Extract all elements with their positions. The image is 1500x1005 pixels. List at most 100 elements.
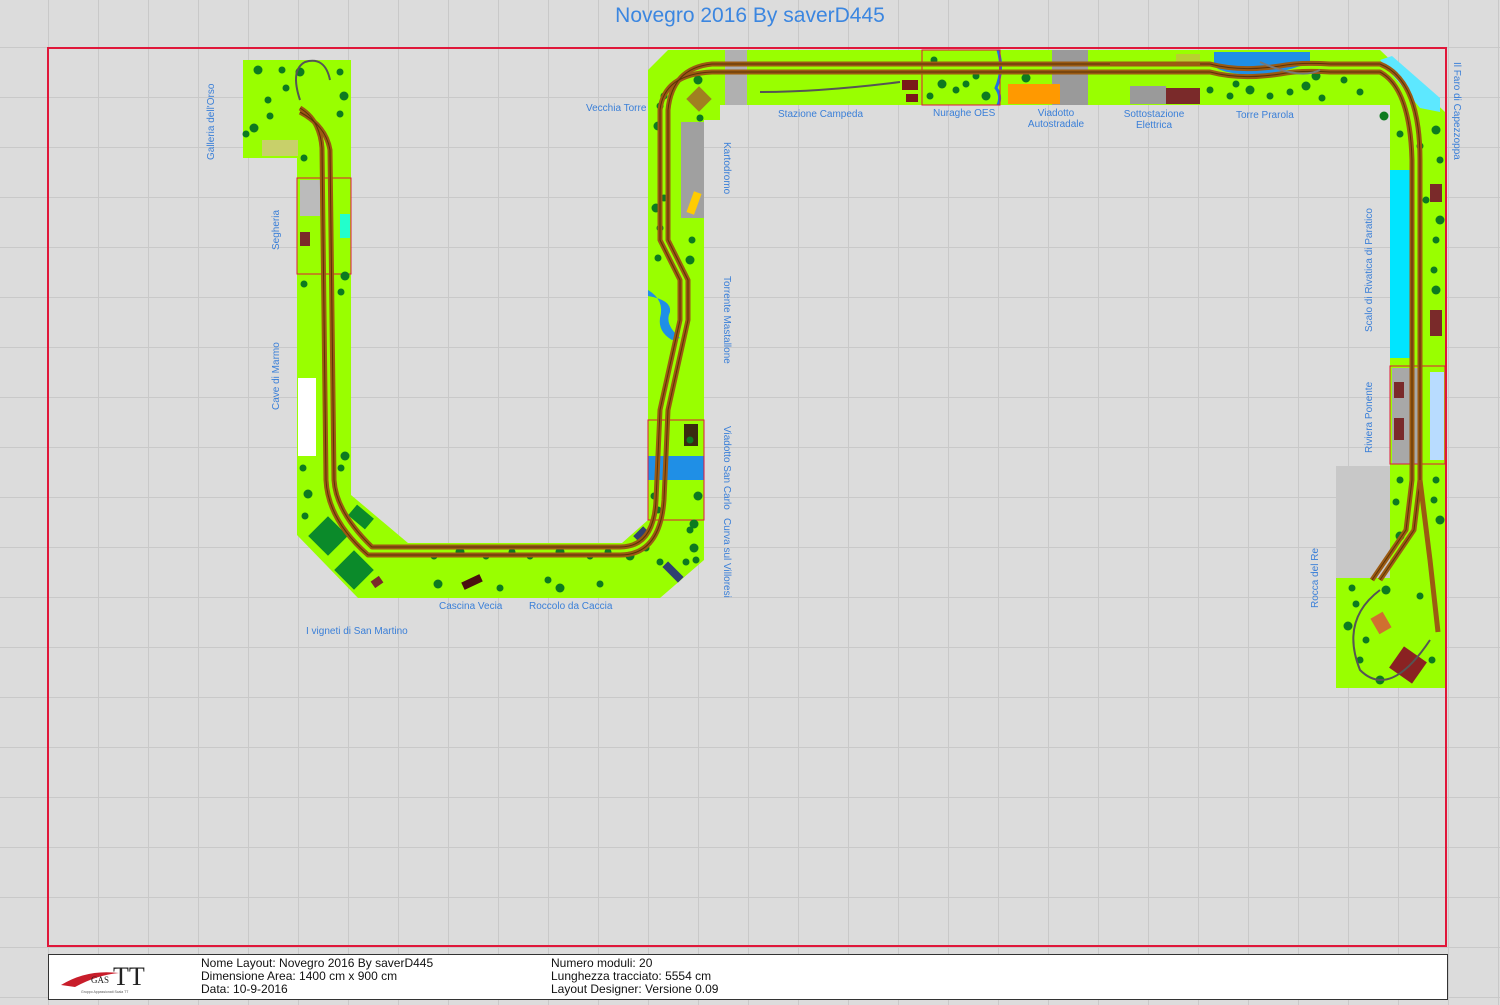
- tree-icon: [1352, 600, 1360, 608]
- tree-icon: [1431, 125, 1441, 135]
- svg-text:GAS: GAS: [91, 975, 109, 985]
- footer-data: Data: 10-9-2016: [201, 982, 288, 996]
- tree-icon: [926, 92, 934, 100]
- footer-designer: Layout Designer: Versione 0.09: [551, 982, 719, 996]
- tree-icon: [300, 154, 308, 162]
- label-riviera: Riviera Ponente: [1364, 381, 1375, 453]
- tree-icon: [555, 583, 565, 593]
- tree-icon: [693, 491, 703, 501]
- galleria-pad: [262, 140, 298, 156]
- tree-icon: [1206, 86, 1214, 94]
- scalo-house-2: [1430, 310, 1442, 336]
- segheria-cyan: [340, 214, 350, 238]
- tree-icon: [336, 68, 344, 76]
- tree-icon: [1362, 636, 1370, 644]
- label-viadotto-auto: Viadotto Autostradale: [1027, 108, 1085, 130]
- tree-icon: [266, 112, 274, 120]
- tree-icon: [656, 558, 664, 566]
- info-footer: GAS TT Gruppo Appassionati Scala TT Nome…: [48, 954, 1448, 1000]
- label-kartodromo: Kartodromo: [721, 142, 732, 195]
- sottostazione-building: [1130, 86, 1166, 104]
- label-cascina: Cascina Vecia: [439, 601, 503, 612]
- riviera-house-2: [1394, 418, 1404, 440]
- tree-icon: [1431, 285, 1441, 295]
- tree-icon: [1226, 92, 1234, 100]
- tree-icon: [937, 79, 947, 89]
- tree-icon: [981, 91, 991, 101]
- tree-icon: [1422, 196, 1430, 204]
- tree-icon: [952, 86, 960, 94]
- module-cascina-vecia[interactable]: [420, 543, 522, 598]
- tree-icon: [689, 543, 699, 553]
- tree-icon: [596, 580, 604, 588]
- track-main-inner: [298, 68, 1415, 582]
- tree-icon: [1340, 76, 1348, 84]
- tree-icon: [696, 114, 704, 122]
- tree-icon: [282, 84, 290, 92]
- footer-col-left: Nome Layout: Novegro 2016 By saverD445 D…: [201, 957, 433, 996]
- tree-icon: [1396, 476, 1404, 484]
- riviera-house-1: [1394, 382, 1404, 398]
- tree-icon: [688, 236, 696, 244]
- tree-icon: [1416, 592, 1424, 600]
- tree-icon: [299, 464, 307, 472]
- label-torrente: Torrente Mastallone: [721, 276, 732, 364]
- module-stazione-campeda[interactable]: [720, 50, 922, 105]
- tree-icon: [1428, 656, 1436, 664]
- tree-icon: [496, 584, 504, 592]
- track-main-inner-line: [299, 70, 1413, 581]
- tree-icon: [242, 130, 250, 138]
- tree-icon: [300, 280, 308, 288]
- orange-field: [1008, 84, 1060, 104]
- tree-icon: [433, 579, 443, 589]
- tree-icon: [337, 288, 345, 296]
- gas-tt-logo: GAS TT Gruppo Appassionati Scala TT: [61, 962, 145, 994]
- label-viadotto-sancarlo: Viadotto San Carlo: [721, 426, 732, 510]
- label-nuraghe: Nuraghe OES: [933, 108, 996, 119]
- tree-icon: [654, 254, 662, 262]
- tree-icon: [1245, 85, 1255, 95]
- tree-icon: [1392, 498, 1400, 506]
- tree-icon: [340, 451, 350, 461]
- tree-icon: [264, 96, 272, 104]
- tree-icon: [685, 255, 695, 265]
- svg-text:Gruppo Appassionati Scala TT: Gruppo Appassionati Scala TT: [81, 990, 129, 994]
- tree-icon: [1232, 80, 1240, 88]
- tree-icon: [1435, 515, 1445, 525]
- stazione-road: [725, 50, 747, 105]
- tree-icon: [686, 436, 694, 444]
- tree-icon: [962, 80, 970, 88]
- track-main-outer: [298, 60, 1423, 582]
- tree-icon: [1381, 585, 1391, 595]
- tree-icon: [1348, 584, 1356, 592]
- tree-icon: [1301, 81, 1311, 91]
- scalo-light-blue: [1430, 372, 1444, 460]
- tree-icon: [278, 66, 286, 74]
- tree-icon: [249, 123, 259, 133]
- tree-icon: [1266, 92, 1274, 100]
- svg-text:TT: TT: [113, 962, 145, 991]
- layout-plan: [242, 49, 1446, 688]
- tree-icon: [544, 576, 552, 584]
- tree-icon: [1286, 88, 1294, 96]
- tree-icon: [253, 65, 263, 75]
- label-scalo: Scalo di Rivatica di Paratico: [1364, 208, 1375, 332]
- label-rocca: Rocca del Re: [1310, 547, 1321, 608]
- module-torrente-mastallone[interactable]: [648, 220, 704, 420]
- tree-icon: [1430, 266, 1438, 274]
- label-stazione: Stazione Campeda: [778, 109, 864, 120]
- tree-icon: [692, 556, 700, 564]
- tree-icon: [1430, 496, 1438, 504]
- stazione-building-2: [906, 94, 918, 102]
- label-faro: Il Faro di Capezzoppa: [1451, 62, 1462, 160]
- track-main-outer-line: [299, 62, 1421, 581]
- tree-icon: [1356, 88, 1364, 96]
- faro-coast-water: [1390, 170, 1412, 358]
- tree-icon: [301, 512, 309, 520]
- tree-icon: [303, 489, 313, 499]
- tree-icon: [1435, 215, 1445, 225]
- sottostazione-red: [1166, 88, 1200, 104]
- label-cave: Cave di Marmo: [271, 342, 282, 410]
- footer-col-right: Numero moduli: 20 Lunghezza tracciato: 5…: [551, 957, 718, 996]
- tree-icon: [1432, 236, 1440, 244]
